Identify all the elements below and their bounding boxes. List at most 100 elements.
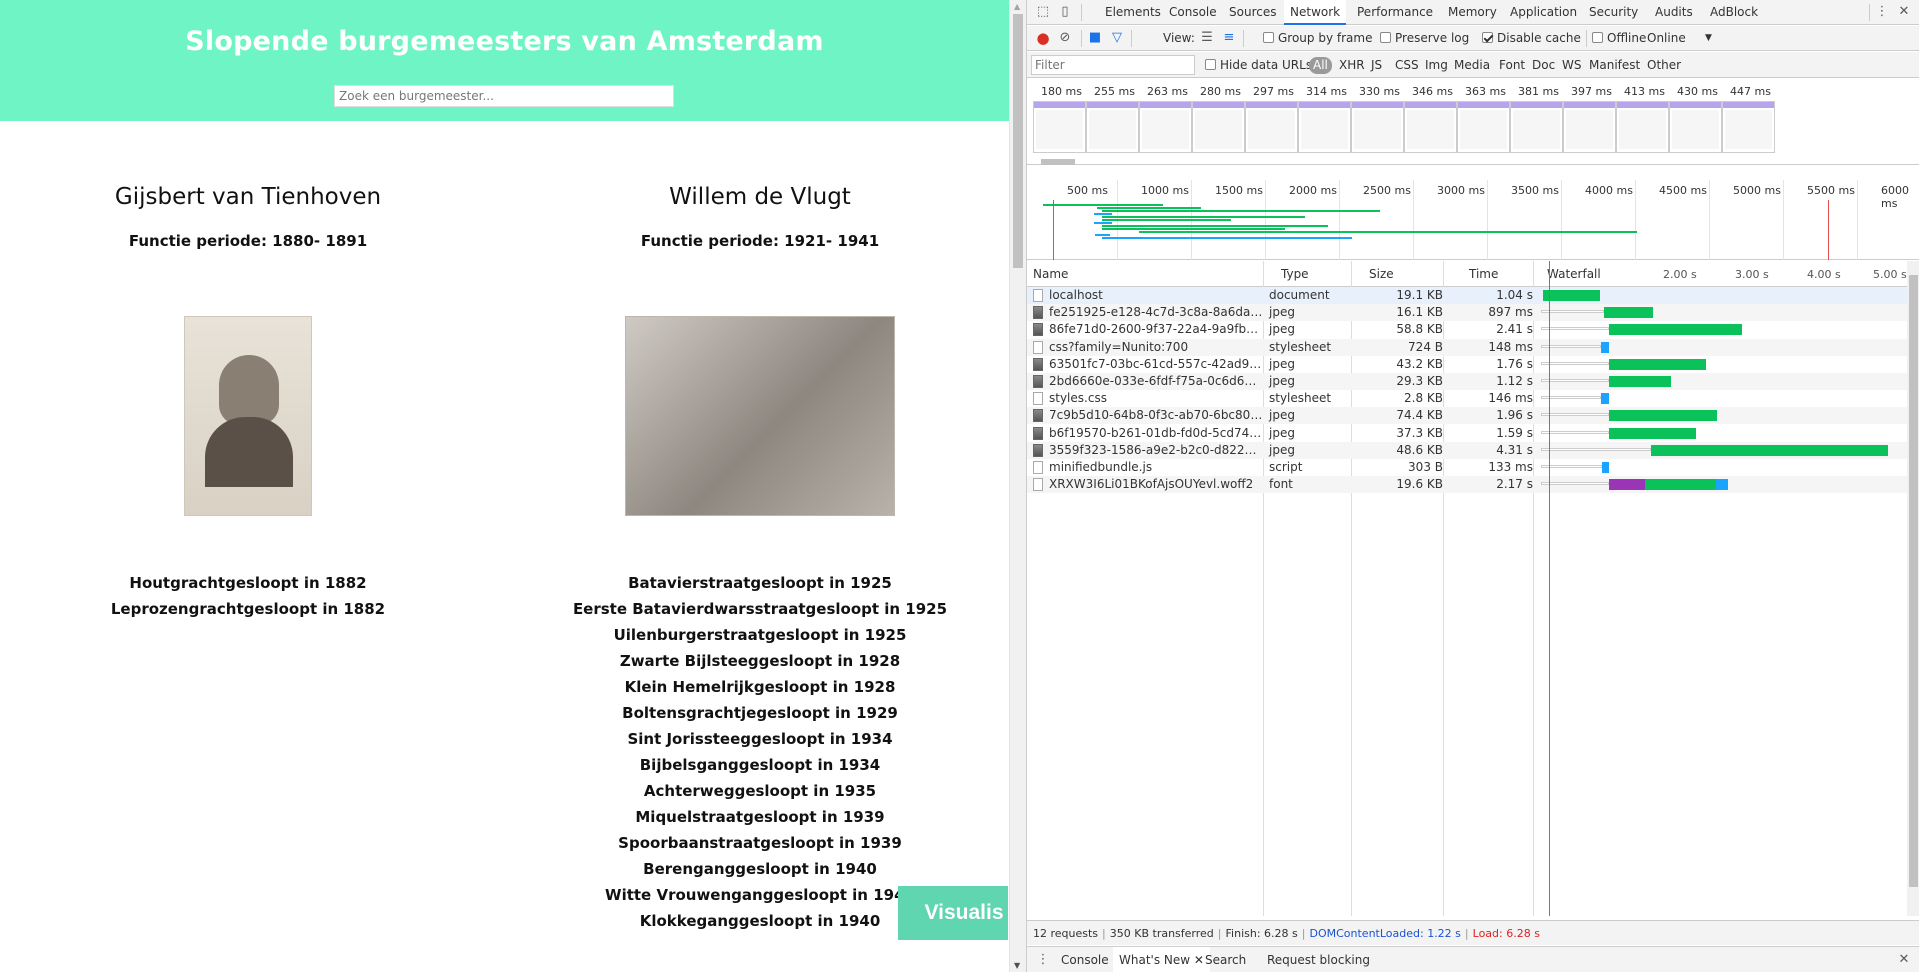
table-row[interactable]: 86fe71d0-2600-9f37-22a4-9a9fb9f012d... jp… [1027, 321, 1907, 338]
request-name: minifiedbundle.js [1049, 460, 1153, 474]
filter-img[interactable]: Img [1425, 52, 1448, 78]
frame-thumbnail[interactable] [1192, 101, 1245, 153]
frame-thumbnail[interactable] [1669, 101, 1722, 153]
hide-data-urls-checkbox[interactable]: Hide data URLs [1205, 52, 1312, 78]
filter-css[interactable]: CSS [1395, 52, 1419, 78]
frame-thumbnail[interactable] [1351, 101, 1404, 153]
table-row[interactable]: b6f19570-b261-01db-fd0d-5cd7464ba... jpeg… [1027, 425, 1907, 442]
chevron-down-icon[interactable]: ▼ [1705, 26, 1712, 51]
frame-thumbnail[interactable] [1616, 101, 1669, 153]
table-row[interactable]: 3559f323-1586-a9e2-b2c0-d8226129b... jpeg… [1027, 441, 1907, 459]
frame-thumbnail[interactable] [1563, 101, 1616, 153]
offline-checkbox[interactable]: Offline [1592, 26, 1646, 51]
filter-icon[interactable]: ▽ [1109, 30, 1125, 46]
scroll-down-icon[interactable]: ▼ [1014, 961, 1020, 970]
drawer-tab-search[interactable]: Search [1199, 947, 1252, 972]
overview-gridline [1857, 180, 1858, 260]
table-row[interactable]: minifiedbundle.js script 303 B 133 ms [1027, 459, 1907, 476]
tab-performance[interactable]: Performance [1351, 0, 1439, 25]
overview-icon[interactable]: ≡ [1221, 30, 1237, 46]
column-time[interactable]: Time [1465, 261, 1553, 287]
table-row[interactable]: 7c9b5d10-64b8-0f3c-ab70-6bc80e62ca... jpe… [1027, 407, 1907, 425]
group-by-frame-checkbox[interactable]: Group by frame [1263, 26, 1372, 51]
search-input[interactable] [334, 85, 674, 107]
tab-audits[interactable]: Audits [1649, 0, 1699, 25]
frame-thumbnail[interactable] [1457, 101, 1510, 153]
tab-console[interactable]: Console [1163, 0, 1223, 25]
request-type: jpeg [1269, 425, 1295, 440]
filter-js[interactable]: JS [1371, 52, 1382, 78]
filter-ws[interactable]: WS [1562, 52, 1581, 78]
frame-thumbnail[interactable] [1404, 101, 1457, 153]
tab-application[interactable]: Application [1504, 0, 1583, 25]
frame-thumbnail[interactable] [1510, 101, 1563, 153]
table-row[interactable]: XRXW3I6Li01BKofAjsOUYevl.woff2 font 19.6 K… [1027, 476, 1907, 494]
request-name: fe251925-e128-4c7d-3c8a-8a6dacf9cd... [1049, 305, 1263, 320]
filter-input[interactable] [1031, 55, 1195, 75]
throttling-select[interactable]: Online [1647, 26, 1686, 51]
disable-cache-label: Disable cache [1497, 31, 1581, 45]
tab-elements[interactable]: Elements [1099, 0, 1167, 25]
close-icon[interactable]: ✕ [1896, 4, 1912, 20]
network-request-table: Name Type Size Time Waterfall 2.00 s 3.0… [1027, 261, 1919, 916]
filter-xhr[interactable]: XHR [1339, 52, 1365, 78]
drawer-tab-console[interactable]: Console [1055, 947, 1115, 972]
overview-gridline [1487, 180, 1488, 260]
visualise-button[interactable]: Visualis [898, 886, 1008, 940]
column-waterfall[interactable]: Waterfall [1543, 261, 1623, 287]
close-drawer-icon[interactable]: ✕ [1896, 952, 1912, 968]
record-icon[interactable]: ● [1035, 30, 1051, 46]
table-scrollbar[interactable] [1907, 261, 1919, 916]
tab-network[interactable]: Network [1284, 0, 1347, 25]
column-name[interactable]: Name [1029, 261, 1263, 287]
column-size[interactable]: Size [1365, 261, 1455, 287]
table-row[interactable]: 2bd6660e-033e-6fdf-f75a-0c6d663ceb... jpe… [1027, 373, 1907, 390]
large-rows-icon[interactable]: ☰ [1199, 30, 1215, 46]
frame-thumbnail[interactable] [1139, 101, 1192, 153]
filter-all[interactable]: All [1309, 57, 1332, 74]
drawer-menu-icon[interactable]: ⋮ [1035, 952, 1051, 968]
devtools-drawer: ⋮ Console What's New ✕ Search Request bl… [1027, 946, 1919, 972]
disable-cache-checkbox[interactable]: Disable cache [1482, 26, 1581, 51]
page-scrollbar[interactable]: ▲ ▼ [1009, 0, 1026, 972]
drawer-tab-request-blocking[interactable]: Request blocking [1261, 947, 1376, 972]
table-row[interactable]: css?family=Nunito:700 stylesheet 724 B 148 … [1027, 338, 1907, 356]
scroll-up-icon[interactable]: ▲ [1014, 2, 1020, 11]
frame-thumbnail[interactable] [1086, 101, 1139, 153]
waterfall-wait [1541, 361, 1609, 365]
device-toolbar-icon[interactable]: ▯ [1057, 4, 1073, 20]
request-count: 12 requests [1033, 927, 1099, 940]
frame-thumbnail[interactable] [1722, 101, 1775, 153]
frame-thumbnail[interactable] [1033, 101, 1086, 153]
request-time: 1.96 s [1496, 408, 1533, 423]
frame-time: 180 ms [1041, 85, 1082, 98]
filter-manifest[interactable]: Manifest [1589, 52, 1640, 78]
tab-adblock[interactable]: AdBlock [1704, 0, 1764, 25]
table-row[interactable]: localhost document 19.1 KB 1.04 s [1027, 287, 1907, 304]
tab-security[interactable]: Security [1583, 0, 1644, 25]
filmstrip-scrollbar[interactable] [1027, 159, 1919, 165]
more-options-icon[interactable]: ⋮ [1874, 4, 1890, 20]
scrollbar-thumb[interactable] [1041, 159, 1075, 165]
inspect-element-icon[interactable]: ⬚ [1035, 4, 1051, 20]
table-row[interactable]: 63501fc7-03bc-61cd-557c-42ad94ee13... jpe… [1027, 356, 1907, 373]
scrollbar-thumb[interactable] [1013, 14, 1023, 268]
drawer-tab-whats-new[interactable]: What's New ✕ [1113, 947, 1210, 972]
tab-sources[interactable]: Sources [1223, 0, 1282, 25]
preserve-log-checkbox[interactable]: Preserve log [1380, 26, 1469, 51]
frame-thumbnail[interactable] [1298, 101, 1351, 153]
filter-media[interactable]: Media [1454, 52, 1490, 78]
tab-memory[interactable]: Memory [1442, 0, 1503, 25]
filter-font[interactable]: Font [1499, 52, 1525, 78]
table-row[interactable]: styles.css stylesheet 2.8 KB 146 ms [1027, 390, 1907, 407]
filter-other[interactable]: Other [1647, 52, 1681, 78]
request-name: b6f19570-b261-01db-fd0d-5cd7464ba... [1049, 425, 1263, 440]
waterfall-bar [1600, 341, 1609, 353]
request-type: jpeg [1269, 442, 1295, 457]
frame-thumbnail[interactable] [1245, 101, 1298, 153]
filter-doc[interactable]: Doc [1532, 52, 1555, 78]
clear-icon[interactable]: ⊘ [1057, 30, 1073, 46]
scrollbar-thumb[interactable] [1909, 275, 1918, 887]
table-row[interactable]: fe251925-e128-4c7d-3c8a-8a6dacf9cd... jpe… [1027, 304, 1907, 322]
capture-screenshots-icon[interactable]: ■ [1087, 30, 1103, 46]
